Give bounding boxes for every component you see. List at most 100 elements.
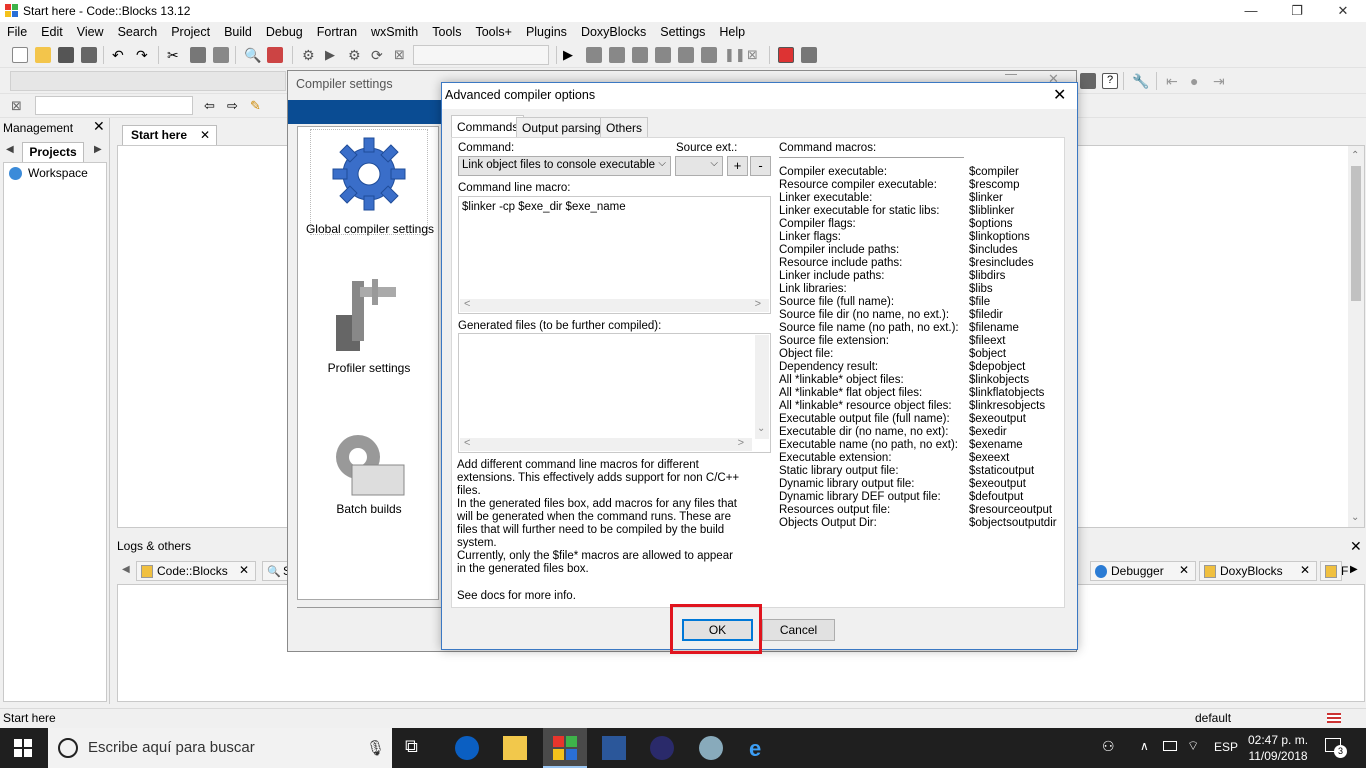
codeblocks-taskbar-button[interactable] bbox=[543, 728, 587, 768]
tab-others[interactable]: Others bbox=[600, 117, 649, 137]
add-extension-button[interactable]: + bbox=[727, 156, 748, 176]
menu-project[interactable]: Project bbox=[171, 22, 210, 39]
language-indicator[interactable]: ESP bbox=[1214, 740, 1238, 754]
scroll-right-icon[interactable]: > bbox=[738, 437, 744, 449]
minimize-button[interactable]: — bbox=[1228, 0, 1274, 22]
build-gear-icon[interactable]: ⚙ bbox=[302, 47, 318, 63]
next-instruction-icon[interactable] bbox=[678, 47, 694, 63]
wrench-icon[interactable]: 🔧 bbox=[1132, 73, 1149, 89]
logs-scroll-right-icon[interactable]: ▶ bbox=[1350, 564, 1358, 575]
scroll-left-icon[interactable]: < bbox=[464, 437, 470, 449]
menu-wxsmith[interactable]: wxSmith bbox=[371, 22, 418, 39]
save-all-icon[interactable] bbox=[81, 47, 97, 63]
log-tab-fortran[interactable]: F bbox=[1320, 561, 1348, 581]
cut-icon[interactable]: ✂ bbox=[167, 47, 183, 63]
scroll-right-icon[interactable]: > bbox=[755, 298, 761, 310]
stop-debug-icon[interactable]: ⊠ bbox=[747, 47, 763, 63]
menu-tools[interactable]: Tools bbox=[432, 22, 461, 39]
debug-info-icon[interactable] bbox=[801, 47, 817, 63]
microphone-icon[interactable]: 🎙 bbox=[366, 739, 385, 757]
source-ext-select[interactable]: ⌵ bbox=[675, 156, 723, 176]
search-prev-icon[interactable]: ⇦ bbox=[204, 98, 220, 114]
paste-icon[interactable] bbox=[213, 47, 229, 63]
log-tab-close-icon[interactable]: ✕ bbox=[1300, 563, 1310, 577]
copy-icon[interactable] bbox=[190, 47, 206, 63]
workspace-item[interactable]: Workspace bbox=[28, 166, 88, 180]
next-line-icon[interactable] bbox=[609, 47, 625, 63]
tab-close-icon[interactable]: ✕ bbox=[200, 128, 210, 142]
new-file-icon[interactable] bbox=[12, 47, 28, 63]
menu-fortran[interactable]: Fortran bbox=[317, 22, 357, 39]
doxy-icon[interactable] bbox=[1080, 73, 1096, 89]
menu-view[interactable]: View bbox=[77, 22, 104, 39]
menu-search[interactable]: Search bbox=[118, 22, 158, 39]
help-icon[interactable]: ? bbox=[1102, 73, 1118, 89]
build-target-combo[interactable] bbox=[413, 45, 549, 65]
menu-edit[interactable]: Edit bbox=[41, 22, 63, 39]
menu-settings[interactable]: Settings bbox=[660, 22, 705, 39]
cs-minimize-icon[interactable] bbox=[1005, 74, 1017, 75]
tab-scroll-left-icon[interactable]: ◀ bbox=[6, 144, 14, 155]
save-icon[interactable] bbox=[58, 47, 74, 63]
scroll-down-icon[interactable]: ⌄ bbox=[1351, 512, 1359, 523]
toolbar-search-combo[interactable] bbox=[35, 96, 193, 115]
logs-scroll-left-icon[interactable]: ◀ bbox=[122, 564, 130, 575]
network-icon[interactable]: ⌔ bbox=[1187, 738, 1199, 754]
step-instruction-icon[interactable] bbox=[701, 47, 717, 63]
tab-commands[interactable]: Commands bbox=[451, 115, 525, 137]
highlight-icon[interactable]: ✎ bbox=[250, 98, 266, 114]
windows-start-icon[interactable] bbox=[14, 739, 32, 757]
list-item-global-compiler-settings[interactable]: Global compiler settings bbox=[306, 129, 434, 236]
clock[interactable]: 02:47 p. m. 11/09/2018 bbox=[1248, 732, 1308, 764]
cancel-button[interactable]: Cancel bbox=[762, 619, 835, 641]
tab-projects[interactable]: Projects bbox=[22, 142, 84, 162]
menu-doxyblocks[interactable]: DoxyBlocks bbox=[581, 22, 646, 39]
run-to-cursor-icon[interactable] bbox=[586, 47, 602, 63]
dialog-close-icon[interactable]: ✕ bbox=[1053, 85, 1066, 105]
battery-icon[interactable] bbox=[1163, 741, 1177, 751]
log-tab-close-icon[interactable]: ✕ bbox=[1179, 563, 1189, 577]
profiler-settings-item[interactable]: Profiler settings bbox=[298, 361, 440, 375]
step-into-icon[interactable] bbox=[632, 47, 648, 63]
debug-windows-icon[interactable] bbox=[778, 47, 794, 63]
show-hidden-icons-icon[interactable]: ∧ bbox=[1140, 739, 1149, 753]
scroll-down-icon[interactable]: ⌄ bbox=[757, 423, 765, 434]
command-line-macro-textarea[interactable]: $linker -cp $exe_dir $exe_name < > bbox=[458, 196, 771, 314]
menu-debug[interactable]: Debug bbox=[266, 22, 303, 39]
task-view-icon[interactable]: ⧉ bbox=[405, 736, 429, 760]
maximize-button[interactable]: ❐ bbox=[1274, 0, 1320, 22]
clear-search-icon[interactable]: ⊠ bbox=[11, 98, 27, 114]
people-icon[interactable]: ⚇ bbox=[1102, 738, 1115, 755]
logs-close-icon[interactable]: ✕ bbox=[1350, 538, 1362, 555]
search-next-icon[interactable]: ⇨ bbox=[227, 98, 243, 114]
horizontal-scrollbar[interactable]: < > bbox=[460, 437, 752, 451]
find-icon[interactable]: 🔍 bbox=[244, 47, 261, 63]
editor-vertical-scrollbar[interactable]: ⌃ ⌄ bbox=[1348, 146, 1364, 527]
tab-start-here[interactable]: Start here ✕ bbox=[122, 125, 217, 145]
tab-scroll-right-icon[interactable]: ▶ bbox=[94, 144, 102, 155]
abort-icon[interactable]: ⊠ bbox=[394, 47, 410, 63]
prev-bookmark-icon[interactable]: ⇤ bbox=[1166, 73, 1182, 89]
action-center-icon[interactable]: 3 bbox=[1325, 738, 1347, 758]
vertical-scrollbar[interactable]: ⌄ bbox=[755, 335, 769, 439]
menu-help[interactable]: Help bbox=[719, 22, 745, 39]
undo-icon[interactable]: ↶ bbox=[112, 47, 128, 63]
menu-tools-plus[interactable]: Tools+ bbox=[475, 22, 511, 39]
redo-icon[interactable]: ↷ bbox=[136, 47, 152, 63]
log-tab-close-icon[interactable]: ✕ bbox=[239, 563, 249, 577]
remove-extension-button[interactable]: - bbox=[750, 156, 771, 176]
next-bookmark-icon[interactable]: ⇥ bbox=[1213, 73, 1229, 89]
firefox-icon[interactable] bbox=[455, 736, 479, 760]
taskbar-search-box[interactable]: Escribe aquí para buscar 🎙 bbox=[48, 728, 392, 768]
scroll-left-icon[interactable]: < bbox=[464, 298, 470, 310]
scroll-thumb[interactable] bbox=[1351, 166, 1361, 301]
file-explorer-icon[interactable] bbox=[503, 736, 527, 760]
menu-file[interactable]: File bbox=[7, 22, 27, 39]
scroll-up-icon[interactable]: ⌃ bbox=[1351, 150, 1359, 161]
horizontal-scrollbar[interactable]: < > bbox=[460, 298, 769, 312]
replace-icon[interactable] bbox=[267, 47, 283, 63]
open-folder-icon[interactable] bbox=[35, 47, 51, 63]
word-icon[interactable] bbox=[602, 736, 626, 760]
run-icon[interactable]: ▶ bbox=[325, 47, 341, 63]
generated-files-textarea[interactable]: < > ⌄ bbox=[458, 333, 771, 453]
